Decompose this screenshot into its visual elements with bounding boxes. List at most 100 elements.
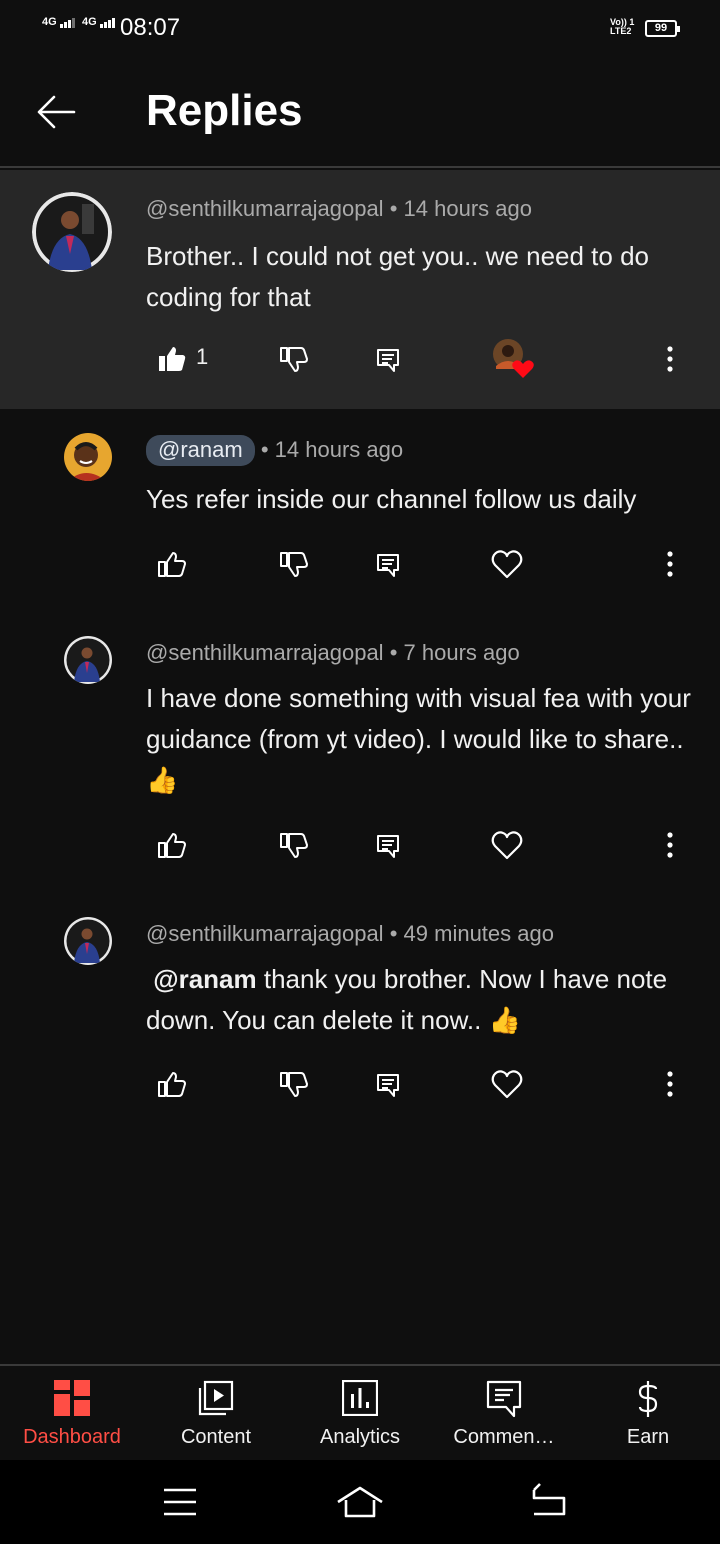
reply-comment-icon [377, 554, 399, 577]
thumbs-down-icon [280, 1072, 308, 1097]
reply-comment: @senthilkumarrajagopal • 7 hours ago I h… [0, 610, 720, 890]
comment-actions: 1 [0, 334, 720, 384]
heart-icon [491, 550, 523, 579]
avatar[interactable] [64, 433, 112, 481]
meta-separator: • [389, 640, 398, 665]
avatar-image [64, 636, 112, 684]
network-type-label: 4G [82, 16, 97, 28]
dislike-button[interactable] [278, 1059, 310, 1109]
more-vertical-icon [667, 832, 673, 858]
nav-label: Analytics [319, 1426, 401, 1448]
thumbs-up-icon [158, 552, 186, 577]
nav-content[interactable]: Content [144, 1366, 288, 1462]
status-bar: 4G 4G 08:07 Vo)) 1 LTE2 99 [0, 0, 720, 56]
signal-bars-icon [99, 16, 116, 28]
dashboard-icon [54, 1380, 90, 1416]
like-button[interactable] [156, 820, 188, 870]
back-nav-button[interactable] [524, 1478, 572, 1526]
comment-actions [0, 820, 720, 870]
comment-meta: @ranam • 14 hours ago [146, 435, 404, 466]
nav-earn[interactable]: Earn [576, 1366, 720, 1462]
thumbs-down-icon [280, 833, 308, 858]
page-title: Replies [146, 86, 303, 135]
comment-timestamp: 14 hours ago [403, 196, 532, 221]
heart-button[interactable] [490, 820, 524, 870]
comment-meta: @senthilkumarrajagopal • 7 hours ago [146, 640, 520, 666]
avatar-image [64, 917, 112, 965]
comment-author[interactable]: @senthilkumarrajagopal [146, 921, 384, 946]
nav-comments[interactable]: Commen… [432, 1366, 576, 1462]
more-vertical-icon [667, 551, 673, 577]
back-button[interactable] [28, 84, 84, 140]
comment-text: Yes refer inside our channel follow us d… [146, 484, 637, 514]
like-button[interactable] [156, 334, 188, 384]
reply-comment-icon [377, 835, 399, 858]
volte-indicator: Vo)) 1 LTE2 [610, 18, 634, 36]
creator-author-chip[interactable]: @ranam [146, 435, 255, 466]
thumbs-down-icon [280, 552, 308, 577]
heart-button[interactable] [490, 539, 524, 589]
menu-icon [164, 1488, 196, 1516]
nav-label: Earn [626, 1426, 670, 1448]
comment-meta: @senthilkumarrajagopal • 14 hours ago [146, 196, 532, 222]
recent-apps-button[interactable] [156, 1478, 204, 1526]
thumbs-up-filled-icon [159, 347, 186, 371]
status-time: 08:07 [120, 14, 181, 41]
nav-analytics[interactable]: Analytics [288, 1366, 432, 1462]
comment-text: I have done something with visual fea wi… [146, 683, 691, 795]
more-options-button[interactable] [656, 539, 684, 589]
reply-button[interactable] [374, 1059, 402, 1109]
bottom-navigation: Dashboard Content Analytics Commen… Earn [0, 1364, 720, 1460]
reply-comment: @ranam • 14 hours ago Yes refer inside o… [0, 409, 720, 609]
dislike-button[interactable] [278, 539, 310, 589]
back-icon [532, 1483, 566, 1516]
reply-comment: @senthilkumarrajagopal • 49 minutes ago … [0, 891, 720, 1131]
comment-author[interactable]: @senthilkumarrajagopal [146, 196, 384, 221]
comments-icon [486, 1380, 522, 1418]
comment-timestamp: 7 hours ago [403, 640, 520, 665]
meta-separator: • [260, 437, 269, 462]
reply-button[interactable] [374, 820, 402, 870]
comment-actions [0, 539, 720, 589]
comment-author[interactable]: @senthilkumarrajagopal [146, 640, 384, 665]
dislike-button[interactable] [278, 820, 310, 870]
avatar[interactable] [64, 917, 112, 965]
comment-text: @ranam thank you brother. Now I have not… [146, 959, 696, 1041]
volte-line2: LTE2 [610, 26, 632, 36]
meta-separator: • [389, 196, 398, 221]
more-options-button[interactable] [656, 1059, 684, 1109]
avatar[interactable] [32, 192, 112, 272]
home-icon [337, 1486, 383, 1518]
dislike-button[interactable] [278, 334, 310, 384]
comment-text: Brother.. I could not get you.. we need … [146, 241, 650, 312]
like-button[interactable] [156, 539, 188, 589]
heart-icon [491, 1070, 523, 1099]
reply-button[interactable] [374, 334, 402, 384]
comment-meta: @senthilkumarrajagopal • 49 minutes ago [146, 921, 554, 947]
reply-button[interactable] [374, 539, 402, 589]
reply-comment-icon [377, 349, 399, 372]
analytics-icon [342, 1380, 378, 1416]
heart-button[interactable] [490, 1059, 524, 1109]
reply-comment-icon [377, 1074, 399, 1097]
more-options-button[interactable] [656, 334, 684, 384]
comment-timestamp: 14 hours ago [274, 437, 404, 462]
network-type-label: 4G [42, 16, 57, 28]
heart-icon [491, 831, 523, 860]
earn-icon [638, 1381, 658, 1417]
system-navigation-bar [0, 1460, 720, 1544]
creator-heart-badge[interactable] [490, 336, 536, 382]
battery-icon: 99 [645, 20, 680, 37]
app-header: Replies [0, 56, 720, 168]
like-count: 1 [196, 344, 209, 369]
home-button[interactable] [336, 1478, 384, 1526]
mention-link[interactable]: @ranam [153, 964, 256, 994]
nav-dashboard[interactable]: Dashboard [0, 1366, 144, 1462]
more-vertical-icon [667, 1071, 673, 1097]
nav-label: Commen… [453, 1426, 555, 1448]
avatar-image [64, 433, 112, 481]
comment-actions [0, 1059, 720, 1109]
like-button[interactable] [156, 1059, 188, 1109]
avatar[interactable] [64, 636, 112, 684]
more-options-button[interactable] [656, 820, 684, 870]
